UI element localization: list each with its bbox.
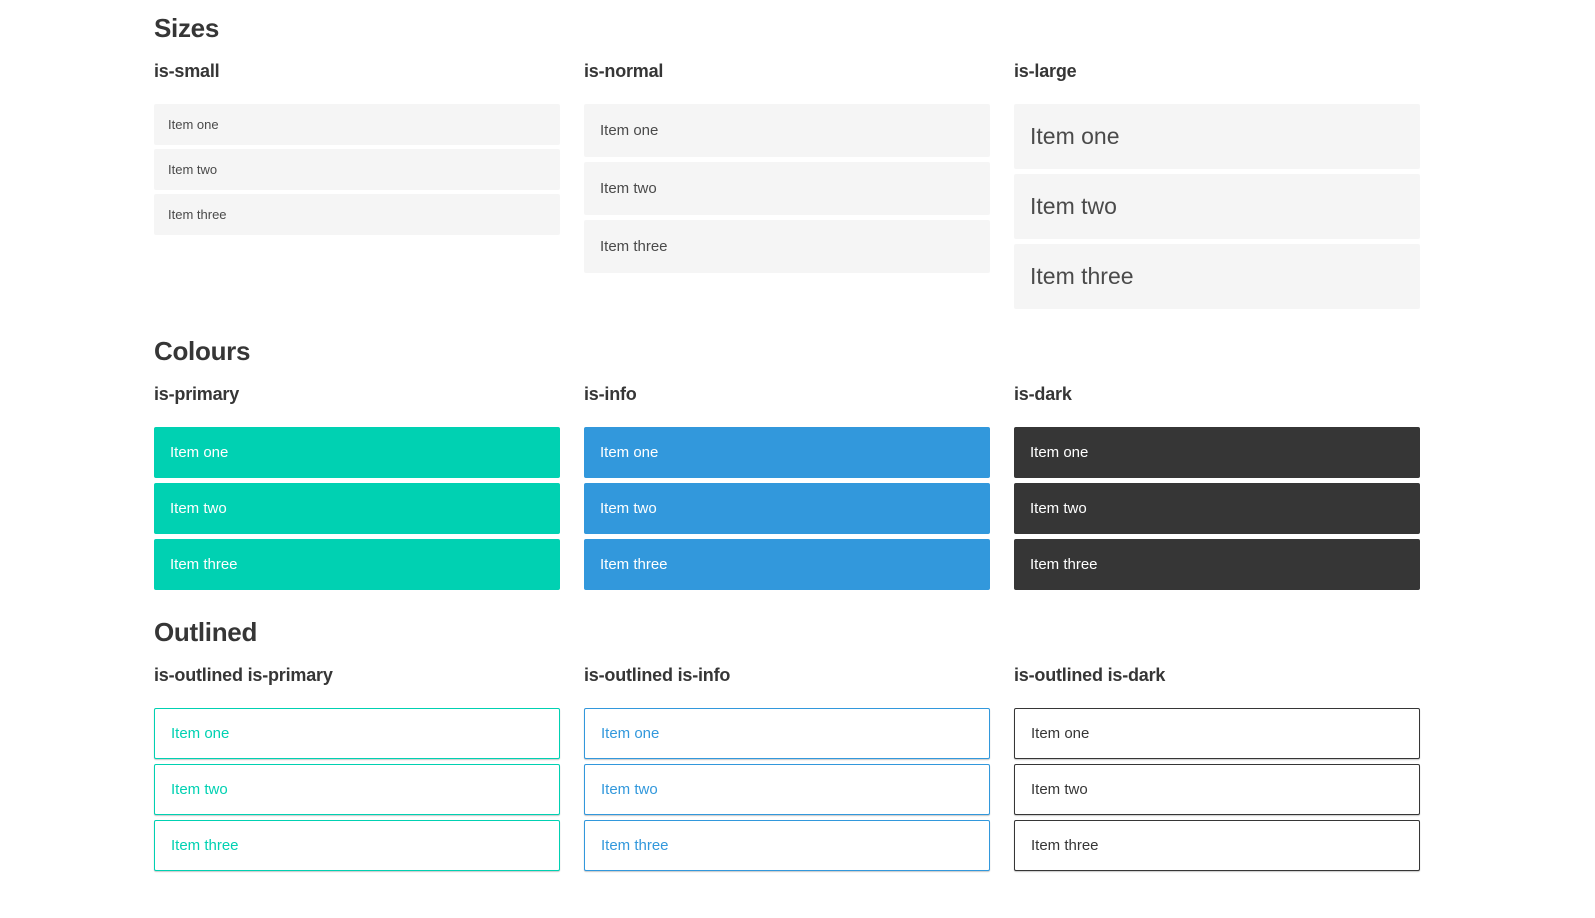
- list-item[interactable]: Item three: [154, 194, 560, 235]
- list-item[interactable]: Item two: [1014, 483, 1420, 534]
- group-label-is-outlined-is-dark: is-outlined is-dark: [1014, 665, 1166, 685]
- section-sizes: Sizes is-small Item one Item two Item th…: [154, 13, 1420, 314]
- group-label-is-primary: is-primary: [154, 384, 240, 404]
- list-component-demo-page: Sizes is-small Item one Item two Item th…: [0, 0, 1420, 918]
- group-label-is-outlined-is-info: is-outlined is-info: [584, 665, 731, 685]
- group-is-normal: is-normal Item one Item two Item three: [584, 60, 990, 314]
- list-item[interactable]: Item one: [584, 104, 990, 157]
- section-title-colours: Colours: [154, 336, 251, 366]
- group-label-is-dark: is-dark: [1014, 384, 1072, 404]
- list-item[interactable]: Item one: [1014, 427, 1420, 478]
- list-item[interactable]: Item three: [1014, 539, 1420, 590]
- colours-columns: is-primary Item one Item two Item three …: [154, 383, 1420, 595]
- group-is-info: is-info Item one Item two Item three: [584, 383, 990, 595]
- item-list-outlined-info: Item one Item two Item three: [584, 708, 990, 871]
- list-item[interactable]: Item two: [584, 764, 990, 815]
- list-item[interactable]: Item two: [154, 483, 560, 534]
- outlined-columns: is-outlined is-primary Item one Item two…: [154, 664, 1420, 876]
- list-item[interactable]: Item one: [1014, 708, 1420, 759]
- list-item[interactable]: Item one: [584, 427, 990, 478]
- list-item[interactable]: Item one: [154, 104, 560, 145]
- item-list-large: Item one Item two Item three: [1014, 104, 1420, 309]
- list-item[interactable]: Item three: [1014, 820, 1420, 871]
- list-item[interactable]: Item three: [584, 220, 990, 273]
- group-is-large: is-large Item one Item two Item three: [1014, 60, 1420, 314]
- group-is-outlined-is-info: is-outlined is-info Item one Item two It…: [584, 664, 990, 876]
- list-item[interactable]: Item two: [1014, 174, 1420, 239]
- group-is-small: is-small Item one Item two Item three: [154, 60, 560, 314]
- list-item[interactable]: Item three: [1014, 244, 1420, 309]
- item-list-info: Item one Item two Item three: [584, 427, 990, 590]
- item-list-outlined-dark: Item one Item two Item three: [1014, 708, 1420, 871]
- list-item[interactable]: Item two: [154, 149, 560, 190]
- group-label-is-info: is-info: [584, 384, 637, 404]
- group-is-primary: is-primary Item one Item two Item three: [154, 383, 560, 595]
- list-item[interactable]: Item three: [584, 820, 990, 871]
- section-outlined: Outlined is-outlined is-primary Item one…: [154, 617, 1420, 876]
- group-label-is-outlined-is-primary: is-outlined is-primary: [154, 665, 333, 685]
- item-list-normal: Item one Item two Item three: [584, 104, 990, 273]
- group-label-is-large: is-large: [1014, 61, 1077, 81]
- sizes-columns: is-small Item one Item two Item three is…: [154, 60, 1420, 314]
- list-item[interactable]: Item three: [584, 539, 990, 590]
- list-item[interactable]: Item one: [154, 427, 560, 478]
- list-item[interactable]: Item two: [1014, 764, 1420, 815]
- section-title-outlined: Outlined: [154, 617, 258, 647]
- group-label-is-normal: is-normal: [584, 61, 664, 81]
- item-list-outlined-primary: Item one Item two Item three: [154, 708, 560, 871]
- list-item[interactable]: Item three: [154, 539, 560, 590]
- list-item[interactable]: Item three: [154, 820, 560, 871]
- list-item[interactable]: Item two: [154, 764, 560, 815]
- list-item[interactable]: Item two: [584, 162, 990, 215]
- group-is-dark: is-dark Item one Item two Item three: [1014, 383, 1420, 595]
- section-title-sizes: Sizes: [154, 13, 219, 43]
- list-item[interactable]: Item one: [584, 708, 990, 759]
- list-item[interactable]: Item one: [154, 708, 560, 759]
- group-is-outlined-is-dark: is-outlined is-dark Item one Item two It…: [1014, 664, 1420, 876]
- group-label-is-small: is-small: [154, 61, 220, 81]
- item-list-primary: Item one Item two Item three: [154, 427, 560, 590]
- item-list-small: Item one Item two Item three: [154, 104, 560, 235]
- list-item[interactable]: Item one: [1014, 104, 1420, 169]
- item-list-dark: Item one Item two Item three: [1014, 427, 1420, 590]
- group-is-outlined-is-primary: is-outlined is-primary Item one Item two…: [154, 664, 560, 876]
- list-item[interactable]: Item two: [584, 483, 990, 534]
- section-colours: Colours is-primary Item one Item two Ite…: [154, 336, 1420, 595]
